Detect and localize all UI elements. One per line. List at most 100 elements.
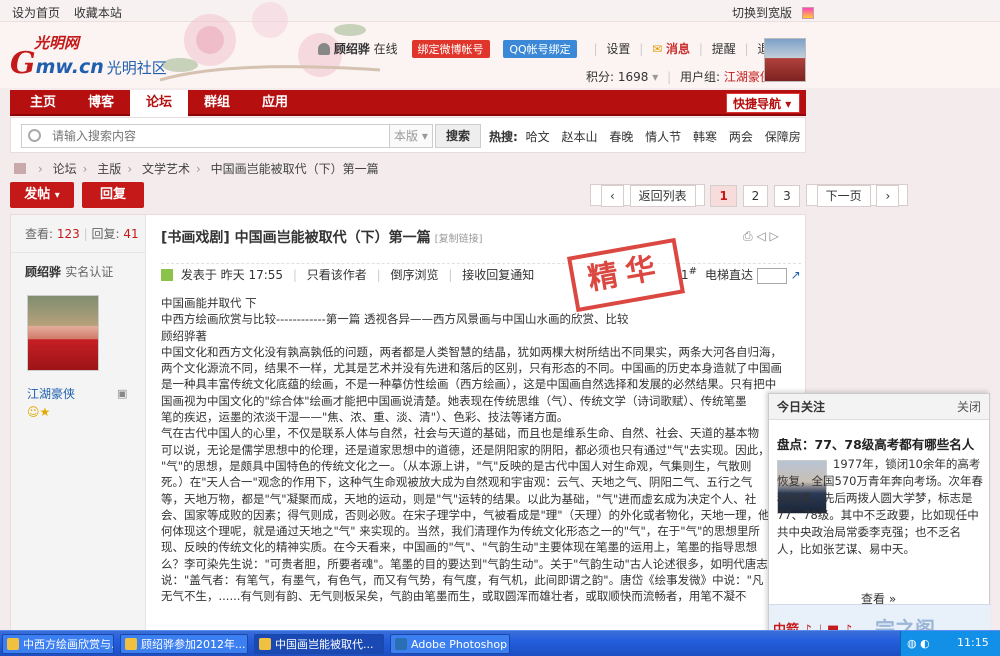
hot-link[interactable]: 保障房 (765, 130, 801, 144)
post-button[interactable]: 发帖 ▾ (10, 182, 74, 208)
user-icon (318, 43, 330, 55)
windows-taskbar: 中西方绘画欣赏与... 顾绍骅参加2012年... 中国画岂能被取代... Ad… (0, 630, 1000, 656)
hot-link[interactable]: 两会 (729, 130, 753, 144)
taskbar-item[interactable]: 顾绍骅参加2012年... (120, 634, 248, 654)
messages-link[interactable]: 消息 (666, 42, 690, 56)
copy-link[interactable]: [复制链接] (435, 234, 483, 245)
bind-qq-button[interactable]: QQ帐号绑定 (503, 40, 577, 58)
only-author-link[interactable]: 只看该作者 (307, 268, 367, 282)
breadcrumb-item[interactable]: 主版 (97, 162, 121, 176)
bookmark-link[interactable]: 收藏本站 (74, 6, 122, 20)
prev-thread-icon[interactable]: ◁ (756, 229, 765, 243)
body-line: 说："盖气者：有笔气，有墨气，有色气，而又有气势，有气度，有气机，此间即谓之韵"… (161, 573, 764, 588)
author-sidebar: 查看: 123 | 回复: 41 顾绍骅 实名认证 江湖豪侠 ▣ ☺★ (11, 215, 146, 656)
search-scope-value: 本版 (394, 129, 419, 143)
print-icon[interactable]: ⎙ (743, 229, 753, 243)
theme-icon[interactable] (801, 7, 814, 19)
page-1[interactable]: 1 (710, 185, 737, 207)
badge-icons: ☺★ (27, 405, 51, 419)
post-tools: ⎙ ◁ ▷ (743, 229, 779, 244)
body-line: 中国画能并取代 下 (161, 296, 257, 310)
nav-forum[interactable]: 论坛 (130, 90, 188, 118)
taskbar-item[interactable]: 中西方绘画欣赏与... (2, 634, 114, 654)
points-dropdown[interactable]: 积分: 1698 (586, 70, 648, 84)
body-line: 么？李可染先生说："可贵者胆，所要者魂"。笔墨的目的要达到"气韵生动"。关于"气… (161, 556, 768, 571)
bind-weibo-button[interactable]: 绑定微博帐号 (411, 40, 490, 58)
nav-home[interactable]: 主页 (14, 90, 72, 116)
body-line: 中国文化和西方文化没有孰高孰低的问题，两者都是人类智慧的结晶，犹如两棵大树所结出… (161, 344, 782, 359)
replies-count: 41 (123, 227, 139, 241)
nav-blog[interactable]: 博客 (72, 90, 130, 116)
tray-icons[interactable]: ◍ ◐ (907, 637, 930, 650)
next-thread-icon[interactable]: ▷ (770, 229, 779, 243)
author-avatar[interactable] (27, 295, 99, 371)
post-container: 查看: 123 | 回复: 41 顾绍骅 实名认证 江湖豪侠 ▣ ☺★ [书画戏… (10, 214, 806, 656)
back-to-list-button[interactable]: ‹ 返回列表 (590, 184, 705, 207)
logo-g: G (10, 46, 36, 81)
reverse-order-link[interactable]: 倒序浏览 (390, 268, 438, 282)
taskbar-item[interactable]: Adobe Photoshop (390, 634, 510, 654)
popup-title[interactable]: 盘点：77、78级高考都有哪些名人 (777, 434, 974, 453)
quick-nav-dropdown[interactable]: 快捷导航 ▾ (726, 93, 800, 113)
elevator-input[interactable] (756, 267, 787, 284)
group-label: 用户组: (679, 70, 721, 84)
hot-link[interactable]: 春晚 (609, 130, 633, 144)
taskbar-item-label: Adobe Photoshop (411, 638, 508, 651)
online-status[interactable]: 在线 (374, 42, 398, 56)
search-icon (28, 129, 41, 142)
taskbar-item-active[interactable]: 中国画岂能被取代... (254, 634, 384, 654)
page-3[interactable]: 3 (774, 185, 800, 207)
user-bar: 顾绍骅 在线 绑定微博帐号 QQ帐号绑定 | 设置 | ✉ 消息 | 提醒 | … (318, 40, 781, 58)
taskbar-item-label: 中国画岂能被取代... (275, 638, 374, 651)
pagination: ‹ 返回列表 1 2 3 下一页 › (588, 184, 909, 207)
remind-link[interactable]: 提醒 (712, 42, 736, 56)
hot-link[interactable]: 韩寒 (693, 130, 717, 144)
body-line: 笔的疾迟，运墨的浓淡干湿——"焦、浓、重、淡、清"）、色彩、技法等诸方面。 (161, 410, 569, 425)
chevron-right-icon: › (876, 185, 900, 207)
author-nickname[interactable]: 江湖豪侠 (27, 385, 75, 402)
breadcrumb-current[interactable]: 中国画岂能被取代（下）第一篇 (211, 162, 379, 176)
body-line: 气在古代中国人的心里，不仅是联系人体与自然，社会与天道的基础，而且也是维系生命、… (161, 426, 759, 441)
reply-button[interactable]: 回复 (82, 182, 144, 208)
header-avatar[interactable] (764, 38, 806, 82)
next-page-label: 下一页 (816, 185, 871, 207)
body-line: 是一种具丰富传统文化底蕴的绘画，不是一种摹仿性绘画（西方绘画），这是中国画自然选… (161, 377, 777, 392)
breadcrumb-item[interactable]: 论坛 (53, 162, 77, 176)
popup-header-label: 今日关注 (777, 400, 826, 414)
nav-groups[interactable]: 群组 (188, 90, 246, 116)
search-input[interactable] (52, 127, 352, 145)
hot-link[interactable]: 哈文 (526, 130, 550, 144)
post-body: 中国画能并取代 下 中西方绘画欣赏与比较------------第一篇 透视各异… (161, 295, 801, 655)
page-2[interactable]: 2 (742, 185, 769, 207)
author-name[interactable]: 顾绍骅 (25, 265, 61, 279)
username-link[interactable]: 顾绍骅 (334, 42, 370, 56)
thread-stats: 查看: 123 | 回复: 41 (11, 215, 145, 253)
home-icon[interactable] (14, 163, 26, 174)
jump-icon[interactable]: ↗ (791, 268, 801, 282)
ie-icon (125, 638, 137, 650)
body-line: 等，天地万物，都是"气"凝聚而成，天地的运动，则是"气"运转的结果。以此为基础，… (161, 491, 757, 506)
verified-label: 实名认证 (65, 265, 114, 279)
firefox-icon (259, 638, 271, 650)
notify-link[interactable]: 接收回复通知 (462, 268, 534, 282)
post-status-icon (161, 269, 173, 281)
thread-title-text: [书画戏剧] 中国画岂能被取代（下）第一篇 (161, 230, 431, 246)
search-scope-select[interactable]: 本版 ▾ (389, 124, 433, 148)
settings-link[interactable]: 设置 (606, 42, 630, 56)
photoshop-icon (395, 638, 407, 650)
nav-apps[interactable]: 应用 (246, 90, 304, 116)
taskbar-item-label: 中西方绘画欣赏与... (23, 638, 114, 651)
popup-close-button[interactable]: 关闭 (957, 394, 981, 420)
switch-wide-link[interactable]: 切换到宽版 (732, 6, 792, 20)
set-home-link[interactable]: 设为首页 (12, 6, 60, 20)
chevron-down-icon: ▾ (652, 70, 659, 84)
breadcrumb-item[interactable]: 文学艺术 (142, 162, 190, 176)
elevator-label: 电梯直达 (705, 268, 754, 282)
camera-icon[interactable]: ▣ (117, 387, 127, 400)
hot-link[interactable]: 情人节 (645, 130, 681, 144)
body-line: 顾绍骅著 (161, 328, 207, 343)
hot-link[interactable]: 赵本山 (561, 130, 597, 144)
search-button[interactable]: 搜索 (435, 124, 481, 148)
next-page-button[interactable]: 下一页 › (805, 184, 909, 207)
chevron-left-icon: ‹ (601, 185, 624, 207)
